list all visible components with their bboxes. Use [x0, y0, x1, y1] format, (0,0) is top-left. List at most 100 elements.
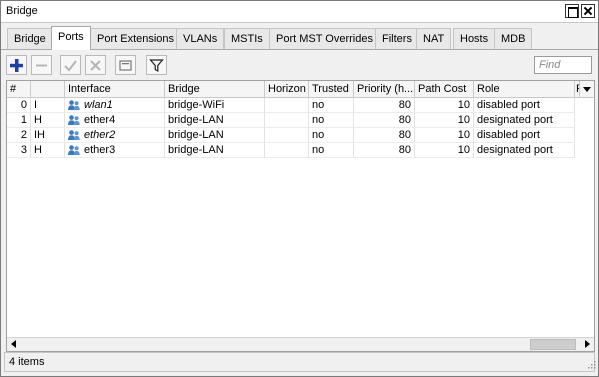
filter-button[interactable]: [146, 55, 167, 75]
interface-port-icon: [68, 130, 80, 140]
scroll-left-icon[interactable]: [11, 340, 16, 348]
maximize-icon[interactable]: [565, 4, 579, 18]
cell-number-text: 0: [20, 99, 27, 111]
column-header-number[interactable]: #: [7, 81, 31, 97]
cell-role: designated port: [474, 113, 575, 128]
tab-ports[interactable]: Ports: [51, 26, 91, 50]
cell-number-text: 3: [20, 144, 27, 156]
ports-table: # Interface Bridge Horizon Trusted Prior…: [6, 80, 595, 352]
tab-hosts[interactable]: Hosts: [453, 28, 496, 49]
cell-bridge-text: bridge-LAN: [168, 129, 224, 141]
cell-path-cost-text: 10: [457, 129, 470, 141]
cell-number: 0: [7, 98, 31, 113]
cell-role: disabled port: [474, 98, 575, 113]
cell-trusted-text: no: [312, 99, 325, 111]
table-row[interactable]: 2 IH ether2 bridge-LAN no 80 10 disabled port: [7, 128, 594, 143]
table-header: # Interface Bridge Horizon Trusted Prior…: [7, 81, 594, 98]
table-row[interactable]: 3 Hether3 bridge-LAN no 80 10 designated port: [7, 143, 594, 158]
horizontal-scrollbar[interactable]: [7, 337, 594, 351]
check-icon: [64, 60, 77, 72]
comment-button[interactable]: [115, 55, 136, 75]
cell-interface-text: ether4: [84, 114, 116, 126]
table-row[interactable]: 0 Iwlan1 bridge-WiFi no 80 10 disabled port: [7, 98, 594, 113]
column-menu-dropdown-icon[interactable]: [580, 81, 594, 97]
cell-priority: 80: [354, 113, 415, 128]
disable-button[interactable]: [85, 55, 106, 75]
toolbar: [1, 50, 598, 80]
close-icon[interactable]: [581, 4, 595, 18]
plus-icon: [10, 59, 23, 72]
cell-bridge-text: bridge-LAN: [168, 144, 224, 156]
x-icon: [90, 60, 101, 71]
cell-path-cost: 10: [415, 128, 474, 143]
column-header-priority[interactable]: Priority (h...: [354, 81, 415, 97]
cell-path-cost-text: 10: [457, 144, 470, 156]
cell-flags: IH: [31, 128, 65, 143]
cell-number: 3: [7, 143, 31, 158]
cell-number: 2: [7, 128, 31, 143]
status-bar: 4 items: [4, 352, 596, 372]
column-header-interface[interactable]: Interface: [65, 81, 165, 97]
cell-flags: H: [31, 143, 65, 158]
tab-nat[interactable]: NAT: [416, 28, 452, 49]
cell-path-cost: 10: [415, 143, 474, 158]
table-row[interactable]: 1 Hether4 bridge-LAN no 80 10 designated port: [7, 113, 594, 128]
bridge-window: Bridge Bridge Ports Port Extensions VLAN…: [0, 0, 599, 377]
cell-bridge-text: bridge-WiFi: [168, 99, 225, 111]
cell-bridge: bridge-WiFi: [165, 98, 265, 113]
cell-role-text: designated port: [477, 114, 553, 126]
title-bar[interactable]: Bridge: [1, 1, 598, 23]
tab-bridge[interactable]: Bridge: [7, 28, 53, 49]
cell-trusted: no: [309, 113, 354, 128]
cell-priority-text: 80: [398, 114, 411, 126]
remove-button[interactable]: [31, 55, 52, 75]
tab-vlans[interactable]: VLANs: [176, 28, 225, 49]
column-header-horizon[interactable]: Horizon: [265, 81, 309, 97]
cell-role: disabled port: [474, 128, 575, 143]
add-button[interactable]: [6, 55, 27, 75]
cell-flags-text: I: [34, 99, 38, 111]
cell-interface: ether2: [65, 128, 165, 143]
cell-priority: 80: [354, 143, 415, 158]
cell-role-text: disabled port: [477, 99, 540, 111]
column-header-flags[interactable]: [31, 81, 65, 97]
tab-mstis[interactable]: MSTIs: [224, 28, 270, 49]
cell-flags: I: [31, 98, 65, 113]
window-title: Bridge: [6, 5, 38, 17]
interface-port-icon: [68, 145, 80, 155]
tab-port-mst-overrides[interactable]: Port MST Overrides: [269, 28, 380, 49]
find-input[interactable]: [534, 56, 592, 74]
cell-horizon: [265, 98, 309, 113]
cell-role-text: disabled port: [477, 129, 540, 141]
cell-flags-text: H: [34, 114, 42, 126]
cell-path-cost-text: 10: [457, 99, 470, 111]
tab-port-extensions[interactable]: Port Extensions: [90, 28, 182, 49]
cell-interface-text: ether3: [84, 144, 116, 156]
tab-mdb[interactable]: MDB: [494, 28, 533, 49]
cell-bridge: bridge-LAN: [165, 128, 265, 143]
cell-bridge: bridge-LAN: [165, 143, 265, 158]
filter-icon: [149, 59, 164, 73]
column-header-bridge[interactable]: Bridge: [165, 81, 265, 97]
cell-number-text: 2: [20, 129, 27, 141]
scrollbar-thumb[interactable]: [530, 339, 576, 350]
cell-interface: ether4: [65, 113, 165, 128]
cell-trusted-text: no: [312, 114, 325, 126]
column-header-trusted[interactable]: Trusted: [309, 81, 354, 97]
item-count: 4 items: [9, 356, 45, 368]
cell-interface: ether3: [65, 143, 165, 158]
cell-trusted: no: [309, 128, 354, 143]
cell-priority-text: 80: [398, 99, 411, 111]
cell-path-cost-text: 10: [457, 114, 470, 126]
resize-grip-icon[interactable]: [588, 361, 596, 369]
interface-port-icon: [68, 115, 80, 125]
scroll-right-icon[interactable]: [585, 340, 590, 348]
column-header-role[interactable]: Role: [474, 81, 575, 97]
enable-button[interactable]: [60, 55, 81, 75]
cell-priority: 80: [354, 128, 415, 143]
cell-trusted: no: [309, 98, 354, 113]
cell-trusted-text: no: [312, 129, 325, 141]
column-header-path-cost[interactable]: Path Cost: [415, 81, 474, 97]
tab-bar: Bridge Ports Port Extensions VLANs MSTIs…: [7, 26, 597, 50]
tab-filters[interactable]: Filters: [375, 28, 419, 49]
